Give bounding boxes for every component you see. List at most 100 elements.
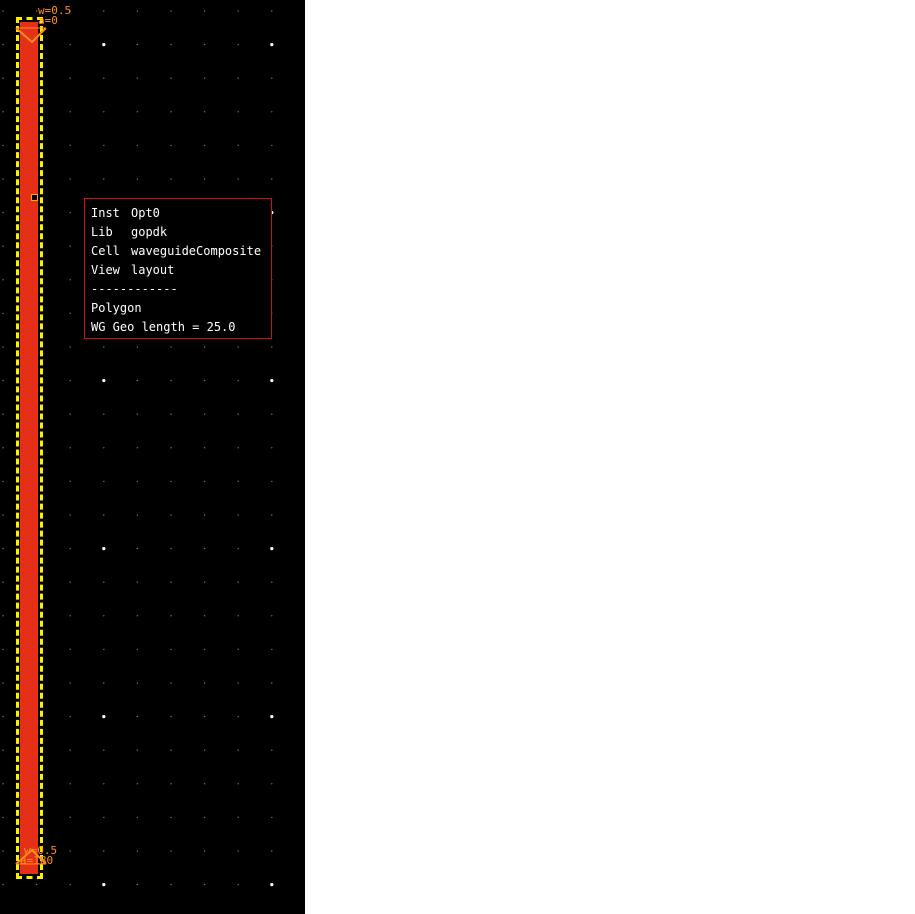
grid-dot bbox=[203, 77, 206, 79]
grid-dot bbox=[270, 547, 274, 551]
grid-dot bbox=[170, 547, 172, 550]
grid-dot bbox=[2, 850, 4, 852]
grid-dot bbox=[237, 749, 239, 751]
grid-dot bbox=[2, 883, 4, 886]
grid-dot bbox=[69, 850, 71, 852]
grid-dot bbox=[170, 144, 172, 147]
grid-dot bbox=[103, 178, 105, 180]
grid-dot bbox=[271, 480, 273, 483]
grid-dot bbox=[136, 749, 139, 751]
grid-dot bbox=[237, 581, 239, 583]
grid-dot bbox=[2, 77, 4, 79]
grid-dot bbox=[69, 783, 71, 785]
grid-dot bbox=[136, 547, 139, 550]
grid-dot bbox=[69, 749, 71, 751]
grid-dot bbox=[237, 379, 239, 382]
grid-dot bbox=[170, 178, 172, 180]
grid-dot bbox=[170, 514, 172, 516]
grid-dot bbox=[271, 10, 273, 12]
grid-dot bbox=[69, 514, 71, 516]
grid-dot bbox=[203, 178, 206, 180]
grid-dot bbox=[170, 10, 172, 12]
grid-dot bbox=[103, 346, 105, 348]
grid-dot bbox=[170, 682, 172, 684]
grid-dot bbox=[2, 514, 4, 516]
grid-dot bbox=[35, 883, 38, 886]
grid-dot bbox=[270, 883, 274, 887]
grid-dot bbox=[69, 413, 71, 415]
grid-dot bbox=[136, 43, 139, 46]
info-separator: ------------ bbox=[91, 282, 178, 296]
info-value: layout bbox=[131, 263, 175, 277]
grid-dot bbox=[103, 648, 105, 651]
grid-dot bbox=[237, 111, 239, 113]
grid-dot bbox=[136, 111, 139, 113]
grid-dot bbox=[170, 816, 172, 819]
grid-dot bbox=[271, 447, 273, 449]
grid-dot bbox=[170, 480, 172, 483]
grid-dot bbox=[136, 682, 139, 684]
grid-dot bbox=[170, 413, 172, 415]
layout-canvas[interactable]: w=0.5 a=0 w=0.5 a=180 Inst Opt0 Lib gopdk … bbox=[0, 0, 305, 914]
grid-dot bbox=[103, 144, 105, 147]
grid-dot bbox=[170, 77, 172, 79]
grid-dot bbox=[103, 10, 105, 12]
grid-dot bbox=[170, 447, 172, 449]
grid-dot bbox=[203, 615, 206, 617]
grid-dot bbox=[237, 77, 239, 79]
grid-dot bbox=[2, 111, 4, 113]
grid-dot bbox=[203, 413, 206, 415]
grid-dot bbox=[136, 346, 139, 348]
grid-dot bbox=[2, 547, 4, 550]
grid-dot bbox=[237, 413, 239, 415]
grid-dot bbox=[69, 581, 71, 583]
grid-dot bbox=[170, 883, 172, 886]
grid-dot bbox=[237, 615, 239, 617]
grid-dot bbox=[136, 816, 139, 819]
grid-dot bbox=[2, 648, 4, 651]
grid-dot bbox=[2, 312, 4, 315]
grid-dot bbox=[103, 111, 105, 113]
grid-dot bbox=[2, 245, 4, 247]
grid-dot bbox=[69, 379, 71, 382]
grid-dot bbox=[69, 715, 71, 718]
grid-dot bbox=[170, 379, 172, 382]
grid-dot bbox=[203, 715, 206, 718]
grid-dot bbox=[103, 816, 105, 819]
grid-dot bbox=[237, 816, 239, 819]
grid-dot bbox=[2, 178, 4, 180]
grid-dot bbox=[69, 245, 71, 247]
grid-dot bbox=[237, 850, 239, 852]
grid-dot bbox=[69, 682, 71, 684]
grid-dot bbox=[103, 581, 105, 583]
grid-dot bbox=[270, 379, 274, 383]
grid-dot bbox=[170, 111, 172, 113]
grid-dot bbox=[102, 379, 106, 383]
grid-dot bbox=[203, 850, 206, 852]
grid-dot bbox=[136, 480, 139, 483]
bottom-pin-angle-label: a=180 bbox=[20, 854, 54, 867]
grid-dot bbox=[2, 816, 4, 819]
grid-dot bbox=[2, 480, 4, 483]
grid-dot bbox=[102, 715, 106, 719]
grid-dot bbox=[2, 447, 4, 449]
origin-marker bbox=[31, 194, 38, 201]
grid-dot bbox=[170, 581, 172, 583]
grid-dot bbox=[69, 312, 71, 315]
grid-dot bbox=[271, 615, 273, 617]
grid-dot bbox=[69, 883, 71, 886]
grid-dot bbox=[69, 111, 71, 113]
grid-dot bbox=[136, 783, 139, 785]
grid-dot bbox=[203, 379, 206, 382]
info-property: WG Geo length = 25.0 bbox=[91, 320, 236, 334]
grid-dot bbox=[103, 514, 105, 516]
grid-dot bbox=[237, 480, 239, 483]
grid-dot bbox=[2, 279, 4, 281]
grid-dot bbox=[103, 447, 105, 449]
grid-dot bbox=[271, 783, 273, 785]
grid-dot bbox=[237, 682, 239, 684]
grid-dot bbox=[136, 715, 139, 718]
instance-info-popup: Inst Opt0 Lib gopdk Cell waveguideComposite… bbox=[84, 198, 272, 339]
grid-dot bbox=[136, 379, 139, 382]
grid-dot bbox=[2, 715, 4, 718]
